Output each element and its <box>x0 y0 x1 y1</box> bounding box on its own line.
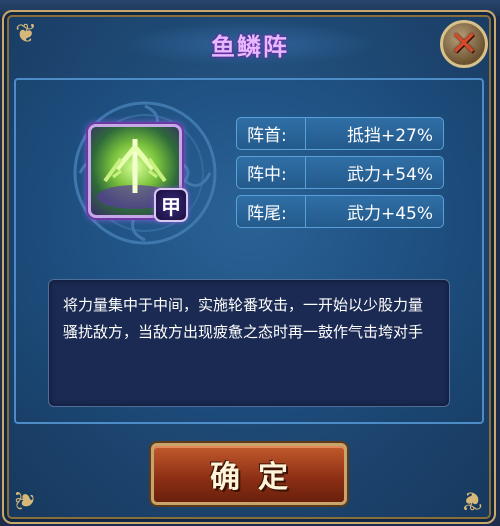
corner-ornament-icon: ❦ <box>11 489 41 511</box>
description-box: 将力量集中于中间，实施轮番攻击，一开始以少股力量骚扰敌方，当敌方出现疲惫之态时再… <box>48 279 450 407</box>
stat-row-head: 阵首: 抵挡+27% <box>236 117 444 150</box>
stat-value: 武力+45% <box>346 204 433 224</box>
stats-list: 阵首: 抵挡+27% 阵中: 武力+54% 阵尾: 武力+45% <box>236 117 444 234</box>
dialog-title: 鱼鳞阵 <box>211 32 289 61</box>
corner-ornament-icon: ❦ <box>461 485 483 515</box>
stat-value: 武力+54% <box>346 165 433 185</box>
stat-label: 阵中: <box>237 157 306 188</box>
description-text: 将力量集中于中间，实施轮番攻击，一开始以少股力量骚扰敌方，当敌方出现疲惫之态时再… <box>63 296 424 341</box>
stat-row-middle: 阵中: 武力+54% <box>236 156 444 189</box>
title-bar: 鱼鳞阵 <box>120 22 380 66</box>
confirm-button[interactable]: 确定 <box>151 443 347 505</box>
stat-label: 阵首: <box>237 118 306 149</box>
confirm-label: 确定 <box>210 460 306 495</box>
stat-label: 阵尾: <box>237 196 306 227</box>
close-button[interactable]: ✕ <box>440 20 488 68</box>
close-x-icon: ✕ <box>449 24 479 64</box>
grade-badge: 甲 <box>154 188 188 222</box>
corner-ornament-icon: ❦ <box>15 19 37 49</box>
stat-row-tail: 阵尾: 武力+45% <box>236 195 444 228</box>
stat-value: 抵挡+27% <box>346 126 433 146</box>
